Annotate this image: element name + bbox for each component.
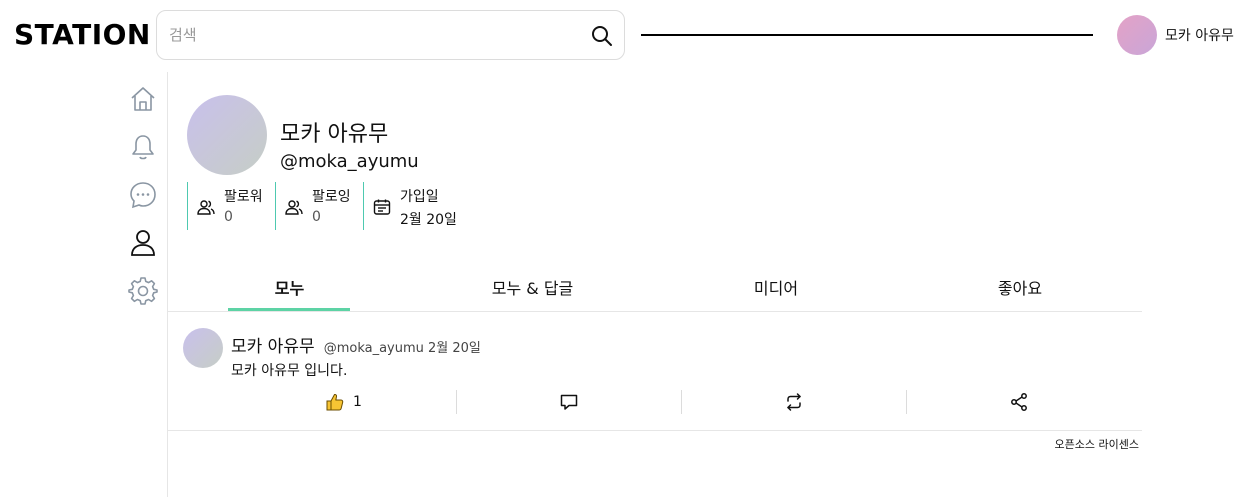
repost-icon: [786, 393, 801, 411]
tab-likes[interactable]: 좋아요: [898, 262, 1142, 311]
stat-value: 2월 20일: [400, 212, 457, 228]
user-icon: [131, 230, 155, 256]
stat-label: 팔로워: [224, 189, 263, 205]
tab-posts-replies[interactable]: 모누 & 답글: [411, 262, 654, 311]
sidebar-item-settings[interactable]: [128, 276, 158, 306]
profile-name: 모카 아유무: [280, 122, 389, 147]
tab-posts[interactable]: 모누: [168, 262, 411, 311]
share-button[interactable]: [906, 390, 1131, 414]
comment-icon: [560, 394, 577, 410]
stat-label: 가입일: [400, 189, 439, 205]
post-actions: 1: [231, 390, 1131, 414]
header-divider-line: [641, 34, 1093, 36]
open-source-license-link[interactable]: 오픈소스 라이센스: [1055, 436, 1139, 452]
chat-icon: [130, 182, 156, 209]
reply-button[interactable]: [456, 390, 681, 414]
calendar-icon: [373, 199, 391, 215]
post-card[interactable]: 모카 아유무 @moka_ayumu 2월 20일 모카 아유무 입니다. 1: [168, 312, 1142, 431]
profile-tabs: 모누 모누 & 답글 미디어 좋아요: [168, 262, 1142, 312]
post-header: 모카 아유무 @moka_ayumu 2월 20일: [231, 332, 481, 357]
post-avatar[interactable]: [183, 328, 223, 368]
post-author[interactable]: 모카 아유무: [231, 337, 315, 357]
active-tab-indicator: [228, 308, 350, 311]
stat-followers[interactable]: 팔로워 0: [187, 182, 275, 230]
share-icon: [1010, 393, 1027, 411]
post-meta: @moka_ayumu 2월 20일: [323, 341, 481, 356]
profile-handle: @moka_ayumu: [280, 151, 419, 172]
search-icon[interactable]: [590, 24, 614, 48]
stat-value: 0: [224, 209, 233, 225]
sidebar-item-notifications[interactable]: [128, 132, 158, 162]
sidebar-item-home[interactable]: [128, 84, 158, 114]
profile-avatar: [187, 95, 267, 175]
like-count: 1: [353, 394, 362, 410]
sidebar-item-messages[interactable]: [128, 180, 158, 210]
avatar[interactable]: [1117, 15, 1157, 55]
user-menu[interactable]: 모카 아유무: [1117, 15, 1234, 55]
user-name[interactable]: 모카 아유무: [1165, 25, 1234, 45]
stat-label: 팔로잉: [312, 189, 351, 205]
stat-value: 0: [312, 209, 321, 225]
home-icon: [131, 87, 155, 111]
sidebar-nav: [118, 72, 168, 497]
search-box[interactable]: [156, 10, 625, 60]
post-body: 모카 아유무 입니다.: [231, 363, 348, 379]
repost-button[interactable]: [681, 390, 906, 414]
bell-icon: [132, 135, 154, 160]
gear-icon: [128, 277, 158, 305]
sidebar-item-profile[interactable]: [128, 228, 158, 258]
stat-following[interactable]: 팔로잉 0: [275, 182, 363, 230]
stat-joined: 가입일 2월 20일: [363, 182, 473, 230]
like-button[interactable]: 1: [231, 390, 456, 414]
thumbs-up-icon: [326, 393, 344, 411]
users-icon: [285, 200, 303, 215]
users-icon: [197, 200, 215, 215]
app-logo[interactable]: STATION: [14, 18, 151, 51]
tab-media[interactable]: 미디어: [654, 262, 898, 311]
top-header: STATION 모카 아유무: [0, 0, 1260, 70]
search-input[interactable]: [169, 23, 569, 47]
